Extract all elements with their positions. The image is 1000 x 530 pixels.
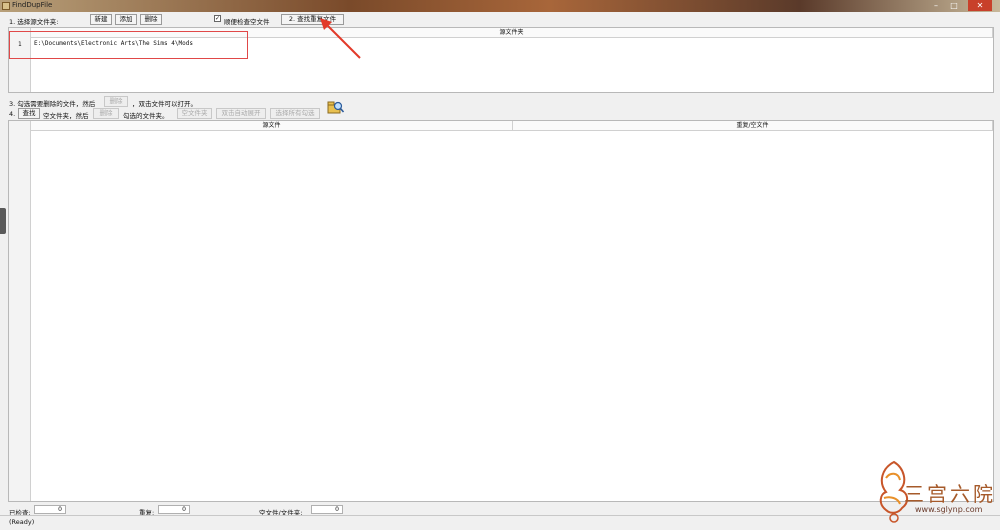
- minimize-icon[interactable]: –: [928, 0, 944, 11]
- step3-prefix: 3. 勾选需要删除的文件，然后: [9, 100, 96, 108]
- new-button[interactable]: 新建: [90, 14, 112, 25]
- highlight-annotation: [9, 31, 248, 59]
- add-button[interactable]: 添加: [115, 14, 137, 25]
- step4-suffix: 勾选的文件夹。: [123, 112, 169, 120]
- delete-folders-button[interactable]: 删除: [93, 108, 119, 119]
- search-folder-icon[interactable]: [327, 99, 345, 115]
- close-icon[interactable]: ✕: [968, 0, 992, 11]
- empty-count: 0: [311, 505, 343, 514]
- status-bar: (Ready): [0, 515, 1000, 530]
- select-all-button[interactable]: 选择所有勾选: [270, 108, 320, 119]
- results-source-header[interactable]: 源文件: [31, 121, 513, 131]
- results-row-header: [9, 121, 31, 501]
- maximize-icon[interactable]: □: [946, 0, 962, 11]
- dup-count: 0: [158, 505, 190, 514]
- find-empty-button[interactable]: 查找: [18, 108, 40, 119]
- step3-suffix: ，双击文件可以打开。: [132, 100, 197, 108]
- title-bar: FindDupFile – □ ✕: [0, 0, 1000, 12]
- empty-folder-button[interactable]: 空文件夹: [177, 108, 212, 119]
- watermark-text: 三宫六院: [904, 482, 996, 506]
- checked-count: 0: [34, 505, 66, 514]
- auto-expand-button[interactable]: 双击自动展开: [216, 108, 266, 119]
- check-empty-checkbox[interactable]: ✓: [214, 15, 221, 22]
- check-empty-label: 顺便检查空文件: [224, 18, 270, 26]
- results-dup-header[interactable]: 重复/空文件: [513, 121, 993, 131]
- watermark-url: www.sglynp.com: [915, 505, 983, 514]
- delete-source-button[interactable]: 删除: [140, 14, 162, 25]
- step1-label: 1. 选择源文件夹:: [9, 18, 59, 26]
- results-table[interactable]: 源文件 重复/空文件: [8, 120, 994, 502]
- side-panel-handle[interactable]: [0, 208, 6, 234]
- delete-files-button[interactable]: 删除: [104, 96, 128, 107]
- app-icon: [2, 2, 10, 10]
- step4-middle: 空文件夹，然后: [43, 112, 89, 120]
- window-title: FindDupFile: [12, 1, 53, 9]
- arrow-annotation: [320, 18, 361, 59]
- step4-prefix: 4.: [9, 110, 16, 118]
- status-text: (Ready): [9, 518, 35, 526]
